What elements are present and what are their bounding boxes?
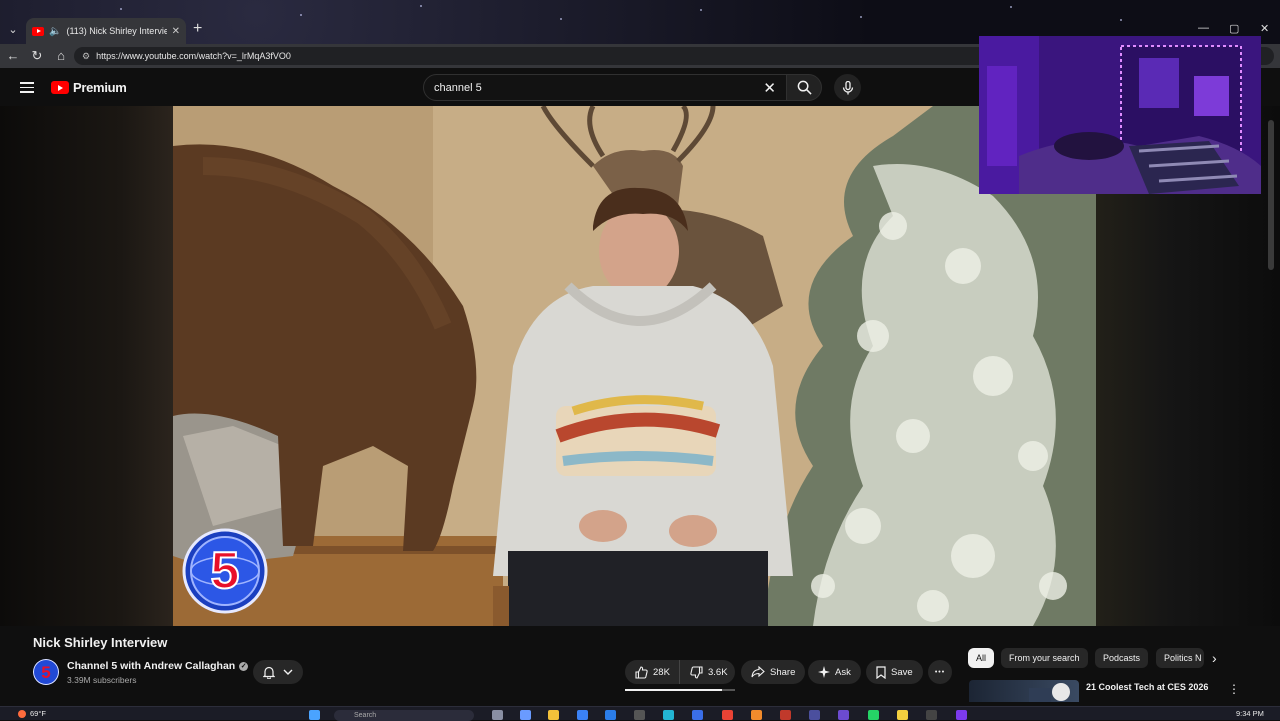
ambient-left bbox=[0, 106, 173, 626]
recommendation-thumbnail[interactable] bbox=[969, 680, 1079, 702]
channel-5-logo-number: 5 bbox=[211, 542, 240, 600]
search-input[interactable]: channel 5 bbox=[434, 82, 763, 94]
task-view-icon[interactable] bbox=[492, 710, 503, 720]
webcam-overlay bbox=[979, 36, 1261, 194]
weather-temp: 69°F bbox=[30, 709, 46, 718]
channel-5-logo: 5 bbox=[182, 528, 268, 614]
sparkle-icon bbox=[818, 666, 830, 678]
channel-avatar-number: 5 bbox=[41, 663, 50, 682]
subscriber-count: 3.39M subscribers bbox=[67, 675, 137, 685]
close-window-button[interactable]: ✕ bbox=[1260, 22, 1269, 35]
voice-search-button[interactable] bbox=[834, 74, 861, 101]
youtube-logo[interactable]: Premium bbox=[51, 80, 127, 95]
app-icon-d[interactable] bbox=[780, 710, 791, 720]
close-tab-icon[interactable]: ✕ bbox=[172, 26, 180, 37]
youtube-play-icon bbox=[51, 81, 69, 94]
recommendation-title[interactable]: 21 Coolest Tech at CES 2026 bbox=[1086, 682, 1208, 692]
browser-tab[interactable]: 🔈 (113) Nick Shirley Interview - Yo ✕ bbox=[26, 18, 186, 44]
bookmark-icon bbox=[876, 665, 886, 679]
more-actions-button[interactable]: ••• bbox=[928, 660, 952, 684]
search-button[interactable] bbox=[786, 74, 822, 101]
home-icon[interactable]: ⌂ bbox=[53, 48, 69, 64]
minimize-button[interactable]: — bbox=[1198, 22, 1209, 34]
weather-widget[interactable]: 69°F bbox=[18, 709, 46, 718]
chip-all[interactable]: All bbox=[968, 648, 995, 668]
brand-label: Premium bbox=[73, 80, 127, 95]
chip-politics[interactable]: Politics N bbox=[1156, 648, 1204, 668]
verified-icon: ✓ bbox=[239, 661, 249, 671]
start-button-icon[interactable] bbox=[309, 710, 320, 720]
bell-icon bbox=[263, 666, 275, 679]
clock[interactable]: 9:34 PM bbox=[1236, 709, 1264, 718]
channel-name[interactable]: Channel 5 with Andrew Callaghan bbox=[67, 660, 235, 672]
chevron-down-icon bbox=[283, 669, 293, 675]
taskbar-search[interactable]: Search bbox=[334, 710, 474, 721]
file-explorer-icon[interactable] bbox=[548, 710, 559, 720]
notifications-button[interactable] bbox=[253, 660, 303, 684]
app-icon-e[interactable] bbox=[809, 710, 820, 720]
thumbs-up-icon bbox=[635, 665, 648, 679]
weather-icon bbox=[18, 709, 26, 718]
menu-icon[interactable] bbox=[20, 82, 34, 93]
app-icon-c[interactable] bbox=[751, 710, 762, 720]
video-title: Nick Shirley Interview bbox=[33, 635, 168, 650]
scrollbar-thumb[interactable] bbox=[1268, 120, 1274, 270]
reload-icon[interactable]: ↻ bbox=[29, 48, 45, 64]
site-info-icon[interactable]: ⚙ bbox=[82, 51, 90, 62]
search-box[interactable]: channel 5 ✕ bbox=[423, 74, 787, 101]
recommendation-menu-icon[interactable]: ⋮ bbox=[1228, 682, 1240, 696]
chip-podcasts[interactable]: Podcasts bbox=[1095, 648, 1149, 668]
video-scene bbox=[173, 106, 1096, 626]
app-icon-a[interactable] bbox=[634, 710, 645, 720]
maximize-button[interactable]: ▢ bbox=[1229, 22, 1239, 35]
like-ratio-bar bbox=[625, 689, 735, 691]
like-count: 28K bbox=[653, 666, 670, 678]
save-button[interactable]: Save bbox=[866, 660, 923, 684]
speaker-icon[interactable]: 🔈 bbox=[49, 26, 61, 37]
dislike-button[interactable]: 3.6K bbox=[679, 660, 735, 684]
app-icon-b[interactable] bbox=[663, 710, 674, 720]
calculator-icon[interactable] bbox=[692, 710, 703, 720]
video-frame[interactable] bbox=[173, 106, 1096, 626]
tab-title: (113) Nick Shirley Interview - Yo bbox=[66, 26, 167, 36]
ask-label: Ask bbox=[835, 666, 851, 678]
windows-taskbar: 69°F Search 9:34 PM bbox=[0, 706, 1280, 721]
discord-icon[interactable] bbox=[838, 710, 849, 720]
chip-from-your-search[interactable]: From your search bbox=[1001, 648, 1088, 668]
chrome-icon[interactable] bbox=[722, 710, 733, 720]
whatsapp-icon[interactable] bbox=[868, 710, 879, 720]
edge-icon[interactable] bbox=[605, 710, 616, 720]
channel-avatar[interactable]: 5 bbox=[33, 659, 59, 685]
save-label: Save bbox=[891, 666, 913, 678]
dislike-count: 3.6K bbox=[708, 666, 728, 678]
chevron-right-icon[interactable]: › bbox=[1212, 650, 1217, 666]
youtube-favicon-icon bbox=[32, 26, 44, 36]
search-icon bbox=[797, 80, 812, 95]
like-button[interactable]: 28K bbox=[625, 660, 679, 684]
share-button[interactable]: Share bbox=[741, 660, 806, 684]
microphone-icon bbox=[842, 80, 853, 94]
store-icon[interactable] bbox=[577, 710, 588, 720]
clear-search-icon[interactable]: ✕ bbox=[763, 79, 776, 97]
new-tab-button[interactable]: + bbox=[193, 20, 202, 38]
thumbs-down-icon bbox=[690, 665, 703, 679]
share-icon bbox=[751, 666, 765, 678]
copilot-icon[interactable] bbox=[520, 710, 531, 720]
obs-icon[interactable] bbox=[926, 710, 937, 720]
app-icon-f[interactable] bbox=[897, 710, 908, 720]
ask-button[interactable]: Ask bbox=[808, 660, 861, 684]
app-icon-g[interactable] bbox=[956, 710, 967, 720]
back-arrow-icon[interactable]: ← bbox=[5, 48, 21, 64]
channel-name-link[interactable]: Channel 5 with Andrew Callaghan ✓ bbox=[67, 660, 249, 672]
url-text[interactable]: https://www.youtube.com/watch?v=_lrMqA3f… bbox=[96, 51, 291, 61]
share-label: Share bbox=[770, 666, 796, 678]
tab-list-button[interactable]: ⌄ bbox=[5, 21, 21, 37]
